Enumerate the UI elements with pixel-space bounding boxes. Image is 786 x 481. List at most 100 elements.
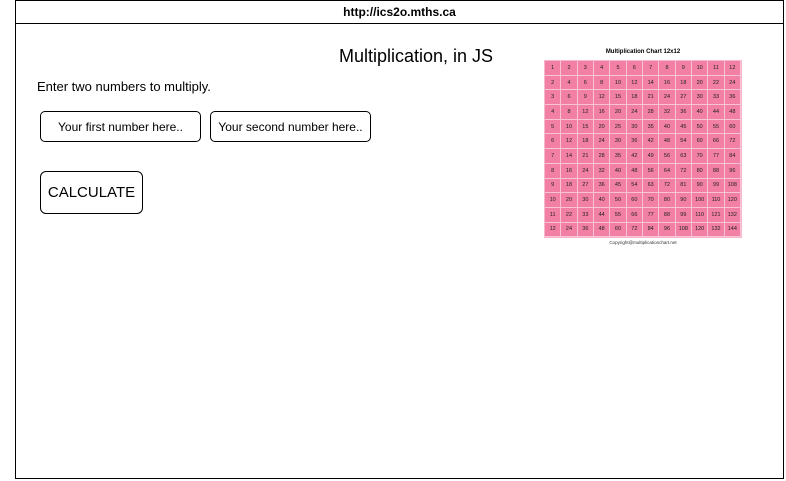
chart-cell: 50 [610,193,627,208]
chart-cell: 6 [561,90,578,106]
chart-cell: 22 [708,75,725,91]
chart-cell: 20 [594,119,611,135]
chart-cell: 16 [561,163,578,179]
chart-cell: 8 [561,105,578,120]
chart-cell: 100 [692,193,709,208]
chart-cell: 12 [724,61,741,76]
chart-cell: 45 [610,178,627,194]
chart-cell: 72 [659,178,676,194]
chart-cell: 15 [610,90,627,106]
chart-cell: 6 [577,75,594,91]
chart-cell: 18 [577,134,594,150]
chart-cell: 54 [626,178,643,194]
chart-cell: 64 [659,163,676,179]
chart-cell: 40 [594,193,611,208]
chart-cell: 27 [577,178,594,194]
chart-cell: 27 [675,90,692,106]
chart-cell: 55 [610,207,627,223]
calculate-label: CALCULATE [47,184,136,201]
chart-cell: 63 [675,149,692,164]
chart-cell: 20 [692,75,709,91]
chart-cell: 9 [675,61,692,76]
chart-cell: 44 [708,105,725,120]
chart-cell: 48 [626,163,643,179]
chart-cell: 3 [577,61,594,76]
chart-cell: 77 [643,207,660,223]
chart-cell: 84 [724,149,741,164]
chart-cell: 7 [643,61,660,76]
chart-cell: 35 [610,149,627,164]
chart-cell: 6 [545,134,562,150]
chart-cell: 33 [577,207,594,223]
chart-cell: 32 [594,163,611,179]
chart-cell: 28 [643,105,660,120]
chart-cell: 8 [594,75,611,91]
chart-cell: 6 [626,61,643,76]
chart-cell: 8 [545,163,562,179]
second-number-input[interactable] [210,111,371,142]
chart-cell: 11 [545,207,562,223]
chart-cell: 108 [675,222,692,238]
chart-cell: 12 [594,90,611,106]
chart-cell: 121 [708,207,725,223]
chart-cell: 63 [643,178,660,194]
chart-cell: 24 [659,90,676,106]
chart-cell: 40 [659,119,676,135]
chart-cell: 72 [626,222,643,238]
chart-cell: 99 [708,178,725,194]
chart-cell: 55 [708,119,725,135]
chart-cell: 14 [643,75,660,91]
chart-cell: 84 [643,222,660,238]
chart-cell: 36 [594,178,611,194]
chart-cell: 25 [610,119,627,135]
calculate-button[interactable]: CALCULATE [40,171,143,214]
chart-cell: 48 [594,222,611,238]
chart-cell: 18 [561,178,578,194]
chart-cell: 80 [659,193,676,208]
chart-cell: 24 [577,163,594,179]
url-bar[interactable]: http://ics2o.mths.ca [16,1,783,24]
browser-window: http://ics2o.mths.ca Multiplication, in … [15,0,784,479]
chart-cell: 32 [659,105,676,120]
chart-cell: 40 [692,105,709,120]
chart-cell: 20 [561,193,578,208]
chart-cell: 99 [675,207,692,223]
chart-cell: 18 [675,75,692,91]
chart-cell: 90 [675,193,692,208]
chart-cell: 21 [643,90,660,106]
chart-cell: 72 [675,163,692,179]
first-number-input[interactable] [40,111,201,142]
chart-cell: 30 [577,193,594,208]
chart-cell: 48 [724,105,741,120]
chart-cell: 90 [692,178,709,194]
chart-cell: 108 [724,178,741,194]
chart-cell: 12 [626,75,643,91]
chart-cell: 110 [692,207,709,223]
chart-cell: 12 [545,222,562,238]
chart-cell: 56 [659,149,676,164]
chart-cell: 50 [692,119,709,135]
chart-cell: 33 [708,90,725,106]
chart-cell: 81 [675,178,692,194]
chart-cell: 16 [594,105,611,120]
chart-cell: 36 [724,90,741,106]
chart-cell: 80 [692,163,709,179]
chart-cell: 42 [626,149,643,164]
chart-cell: 96 [724,163,741,179]
chart-cell: 56 [643,163,660,179]
chart-cell: 72 [724,134,741,150]
chart-cell: 30 [626,119,643,135]
chart-cell: 66 [708,134,725,150]
chart-cell: 9 [545,178,562,194]
chart-cell: 22 [561,207,578,223]
chart-cell: 30 [610,134,627,150]
chart-cell: 12 [561,134,578,150]
chart-cell: 60 [610,222,627,238]
chart-cell: 144 [724,222,741,238]
chart-cell: 66 [626,207,643,223]
chart-cell: 10 [692,61,709,76]
chart-cell: 132 [708,222,725,238]
chart-cell: 5 [545,119,562,135]
chart-cell: 44 [594,207,611,223]
chart-cell: 88 [659,207,676,223]
